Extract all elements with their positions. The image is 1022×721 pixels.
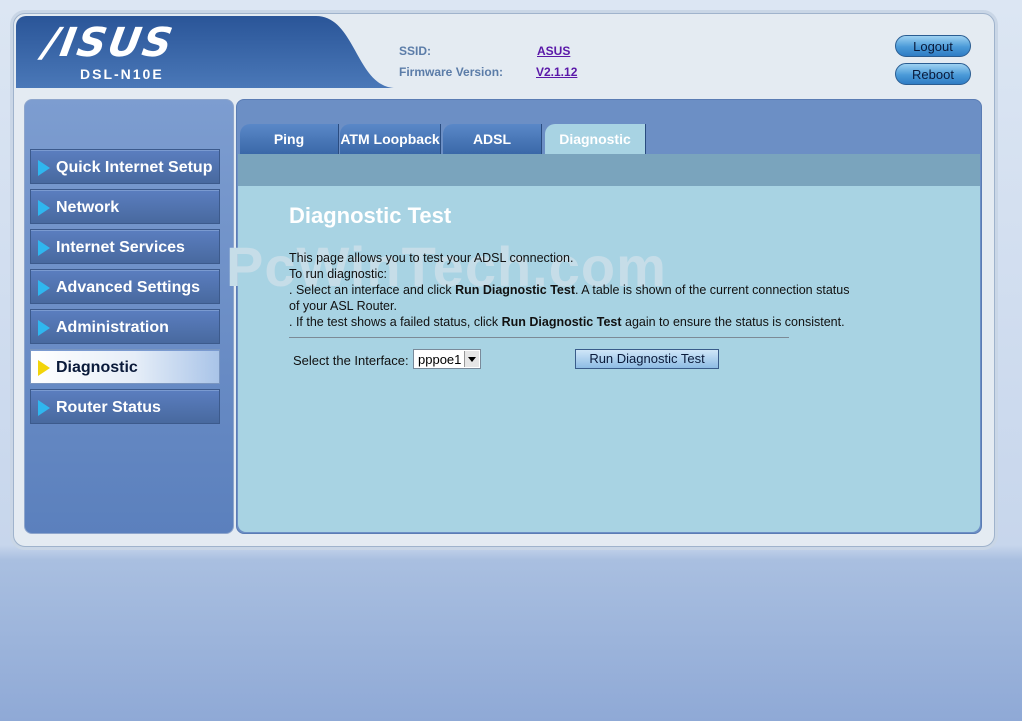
logout-button[interactable]: Logout bbox=[895, 35, 971, 57]
ssid-value[interactable]: ASUS bbox=[537, 44, 570, 58]
sidebar-item-label: Diagnostic bbox=[56, 359, 138, 376]
description-line: . If the test shows a failed status, cli… bbox=[289, 315, 845, 329]
asus-logo: /ISUS bbox=[39, 20, 178, 66]
tab-stripe bbox=[238, 154, 980, 186]
sidebar-item-label: Quick Internet Setup bbox=[56, 159, 213, 176]
sidebar-item-label: Internet Services bbox=[56, 239, 185, 256]
run-diagnostic-test-button[interactable]: Run Diagnostic Test bbox=[575, 349, 719, 369]
interface-label: Select the Interface: bbox=[293, 353, 409, 368]
description-line: . Select an interface and click Run Diag… bbox=[289, 283, 850, 297]
sidebar-item-diagnostic[interactable]: Diagnostic bbox=[30, 349, 220, 384]
sidebar-item-quick-internet-setup[interactable]: Quick Internet Setup bbox=[30, 149, 220, 184]
arrow-right-icon bbox=[38, 280, 50, 296]
sidebar-item-label: Advanced Settings bbox=[56, 279, 201, 296]
divider bbox=[289, 337, 789, 338]
arrow-right-icon bbox=[38, 360, 50, 376]
model-name: DSL-N10E bbox=[80, 66, 164, 82]
page-title: Diagnostic Test bbox=[289, 203, 452, 228]
tab-ping[interactable]: Ping bbox=[240, 124, 339, 154]
ssid-label: SSID: bbox=[399, 44, 432, 58]
sidebar-item-advanced-settings[interactable]: Advanced Settings bbox=[30, 269, 220, 304]
tab-adsl[interactable]: ADSL bbox=[443, 124, 542, 154]
arrow-right-icon bbox=[38, 160, 50, 176]
arrow-right-icon bbox=[38, 400, 50, 416]
firmware-value[interactable]: V2.1.12 bbox=[536, 65, 577, 79]
sidebar-item-label: Router Status bbox=[56, 399, 161, 416]
description-line: This page allows you to test your ADSL c… bbox=[289, 251, 574, 265]
interface-select[interactable]: pppoe1 bbox=[413, 349, 481, 369]
tab-diagnostic-test[interactable]: Diagnostic Test bbox=[545, 124, 646, 177]
chevron-down-icon[interactable] bbox=[464, 351, 479, 367]
interface-select-value: pppoe1 bbox=[418, 352, 462, 367]
arrow-right-icon bbox=[38, 200, 50, 216]
description-line: To run diagnostic: bbox=[289, 267, 387, 281]
tab-atm-loopback[interactable]: ATM Loopback bbox=[340, 124, 441, 154]
arrow-right-icon bbox=[38, 240, 50, 256]
sidebar-item-administration[interactable]: Administration bbox=[30, 309, 220, 344]
sidebar-item-label: Administration bbox=[56, 319, 169, 336]
firmware-label: Firmware Version: bbox=[399, 65, 504, 79]
sidebar-item-router-status[interactable]: Router Status bbox=[30, 389, 220, 424]
description-line: of your ASL Router. bbox=[289, 299, 397, 313]
sidebar-item-label: Network bbox=[56, 199, 120, 216]
sidebar-item-network[interactable]: Network bbox=[30, 189, 220, 224]
sidebar-item-internet-services[interactable]: Internet Services bbox=[30, 229, 220, 264]
reboot-button[interactable]: Reboot bbox=[895, 63, 971, 85]
arrow-right-icon bbox=[38, 320, 50, 336]
